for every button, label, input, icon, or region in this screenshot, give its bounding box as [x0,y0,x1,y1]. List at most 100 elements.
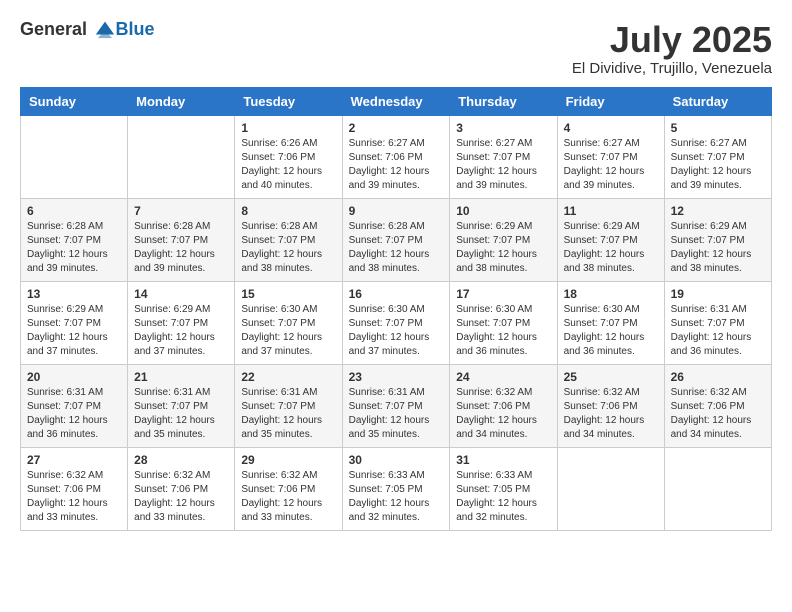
day-number: 8 [241,204,335,218]
weekday-header: Monday [128,87,235,115]
title-block: July 2025 El Dividive, Trujillo, Venezue… [572,20,772,77]
day-info: Sunrise: 6:28 AMSunset: 7:07 PMDaylight:… [27,220,121,276]
day-number: 27 [27,453,121,467]
day-info: Sunrise: 6:30 AMSunset: 7:07 PMDaylight:… [349,303,444,359]
day-info: Sunrise: 6:27 AMSunset: 7:07 PMDaylight:… [564,137,658,193]
day-info: Sunrise: 6:31 AMSunset: 7:07 PMDaylight:… [241,386,335,442]
calendar-table: SundayMondayTuesdayWednesdayThursdayFrid… [20,87,772,531]
day-info: Sunrise: 6:29 AMSunset: 7:07 PMDaylight:… [564,220,658,276]
calendar-header-row: SundayMondayTuesdayWednesdayThursdayFrid… [21,87,772,115]
day-number: 9 [349,204,444,218]
location-title: El Dividive, Trujillo, Venezuela [572,60,772,77]
day-number: 23 [349,370,444,384]
day-number: 16 [349,287,444,301]
calendar-cell: 31 Sunrise: 6:33 AMSunset: 7:05 PMDayligh… [450,447,557,530]
day-info: Sunrise: 6:33 AMSunset: 7:05 PMDaylight:… [349,469,444,525]
calendar-cell: 29Sunrise: 6:32 AMSunset: 7:06 PMDayligh… [235,447,342,530]
calendar-cell: 11 Sunrise: 6:29 AMSunset: 7:07 PMDayligh… [557,198,664,281]
calendar-cell: 23 Sunrise: 6:31 AMSunset: 7:07 PMDayligh… [342,364,450,447]
calendar-cell [664,447,771,530]
calendar-cell: 12 Sunrise: 6:29 AMSunset: 7:07 PMDayligh… [664,198,771,281]
day-info: Sunrise: 6:32 AMSunset: 7:06 PMDaylight:… [671,386,765,442]
calendar-cell: 24Sunrise: 6:32 AMSunset: 7:06 PMDayligh… [450,364,557,447]
calendar-week-row: 6 Sunrise: 6:28 AMSunset: 7:07 PMDaylight… [21,198,772,281]
calendar-cell: 16 Sunrise: 6:30 AMSunset: 7:07 PMDayligh… [342,281,450,364]
day-info: Sunrise: 6:27 AMSunset: 7:06 PMDaylight:… [349,137,444,193]
logo-general: General [20,19,87,39]
day-number: 21 [134,370,228,384]
day-number: 30 [349,453,444,467]
day-info: Sunrise: 6:27 AMSunset: 7:07 PMDaylight:… [671,137,765,193]
calendar-cell: 1 Sunrise: 6:26 AMSunset: 7:06 PMDaylight… [235,115,342,198]
calendar-cell: 8Sunrise: 6:28 AMSunset: 7:07 PMDaylight… [235,198,342,281]
logo-text: General Blue [20,20,155,40]
calendar-cell: 25Sunrise: 6:32 AMSunset: 7:06 PMDayligh… [557,364,664,447]
day-number: 1 [241,121,335,135]
day-info: Sunrise: 6:32 AMSunset: 7:06 PMDaylight:… [134,469,228,525]
weekday-header: Thursday [450,87,557,115]
calendar-cell [21,115,128,198]
day-number: 25 [564,370,658,384]
day-info: Sunrise: 6:28 AMSunset: 7:07 PMDaylight:… [134,220,228,276]
logo: General Blue [20,20,155,40]
day-number: 31 [456,453,550,467]
day-info: Sunrise: 6:27 AMSunset: 7:07 PMDaylight:… [456,137,550,193]
calendar-cell: 14Sunrise: 6:29 AMSunset: 7:07 PMDayligh… [128,281,235,364]
calendar-week-row: 27 Sunrise: 6:32 AMSunset: 7:06 PMDayligh… [21,447,772,530]
day-number: 24 [456,370,550,384]
day-number: 2 [349,121,444,135]
weekday-header: Tuesday [235,87,342,115]
weekday-header: Wednesday [342,87,450,115]
calendar-cell: 21 Sunrise: 6:31 AMSunset: 7:07 PMDayligh… [128,364,235,447]
day-number: 18 [564,287,658,301]
calendar-cell: 18Sunrise: 6:30 AMSunset: 7:07 PMDayligh… [557,281,664,364]
calendar-cell: 19Sunrise: 6:31 AMSunset: 7:07 PMDayligh… [664,281,771,364]
calendar-cell: 7 Sunrise: 6:28 AMSunset: 7:07 PMDaylight… [128,198,235,281]
day-info: Sunrise: 6:32 AMSunset: 7:06 PMDaylight:… [27,469,121,525]
month-title: July 2025 [572,20,772,60]
day-number: 20 [27,370,121,384]
calendar-cell: 22Sunrise: 6:31 AMSunset: 7:07 PMDayligh… [235,364,342,447]
day-info: Sunrise: 6:29 AMSunset: 7:07 PMDaylight:… [456,220,550,276]
calendar-cell [557,447,664,530]
day-number: 12 [671,204,765,218]
day-number: 11 [564,204,658,218]
page-header: General Blue July 2025 El Dividive, Truj… [20,20,772,77]
day-info: Sunrise: 6:29 AMSunset: 7:07 PMDaylight:… [134,303,228,359]
calendar-cell: 5 Sunrise: 6:27 AMSunset: 7:07 PMDaylight… [664,115,771,198]
day-number: 7 [134,204,228,218]
calendar-cell: 20Sunrise: 6:31 AMSunset: 7:07 PMDayligh… [21,364,128,447]
day-number: 15 [241,287,335,301]
calendar-cell: 15Sunrise: 6:30 AMSunset: 7:07 PMDayligh… [235,281,342,364]
calendar-cell: 27 Sunrise: 6:32 AMSunset: 7:06 PMDayligh… [21,447,128,530]
day-number: 6 [27,204,121,218]
calendar-cell: 13 Sunrise: 6:29 AMSunset: 7:07 PMDayligh… [21,281,128,364]
weekday-header: Saturday [664,87,771,115]
weekday-header: Friday [557,87,664,115]
day-number: 29 [241,453,335,467]
day-number: 19 [671,287,765,301]
calendar-week-row: 20 Sunrise: 6:31 AMSunset: 7:07 PMDayligh… [21,364,772,447]
day-info: Sunrise: 6:26 AMSunset: 7:06 PMDaylight:… [241,137,335,193]
calendar-cell: 17 Sunrise: 6:30 AMSunset: 7:07 PMDayligh… [450,281,557,364]
day-info: Sunrise: 6:30 AMSunset: 7:07 PMDaylight:… [456,303,550,359]
day-info: Sunrise: 6:31 AMSunset: 7:07 PMDaylight:… [349,386,444,442]
day-info: Sunrise: 6:33 AMSunset: 7:05 PMDaylight:… [456,469,550,525]
day-number: 13 [27,287,121,301]
calendar-cell [128,115,235,198]
day-number: 17 [456,287,550,301]
day-number: 4 [564,121,658,135]
calendar-cell: 3 Sunrise: 6:27 AMSunset: 7:07 PMDaylight… [450,115,557,198]
day-info: Sunrise: 6:28 AMSunset: 7:07 PMDaylight:… [349,220,444,276]
day-number: 10 [456,204,550,218]
weekday-header: Sunday [21,87,128,115]
day-number: 5 [671,121,765,135]
calendar-cell: 2 Sunrise: 6:27 AMSunset: 7:06 PMDaylight… [342,115,450,198]
day-info: Sunrise: 6:31 AMSunset: 7:07 PMDaylight:… [134,386,228,442]
day-info: Sunrise: 6:29 AMSunset: 7:07 PMDaylight:… [27,303,121,359]
calendar-week-row: 13 Sunrise: 6:29 AMSunset: 7:07 PMDayligh… [21,281,772,364]
calendar-week-row: 1 Sunrise: 6:26 AMSunset: 7:06 PMDaylight… [21,115,772,198]
day-info: Sunrise: 6:29 AMSunset: 7:07 PMDaylight:… [671,220,765,276]
calendar-cell: 6 Sunrise: 6:28 AMSunset: 7:07 PMDaylight… [21,198,128,281]
day-number: 3 [456,121,550,135]
